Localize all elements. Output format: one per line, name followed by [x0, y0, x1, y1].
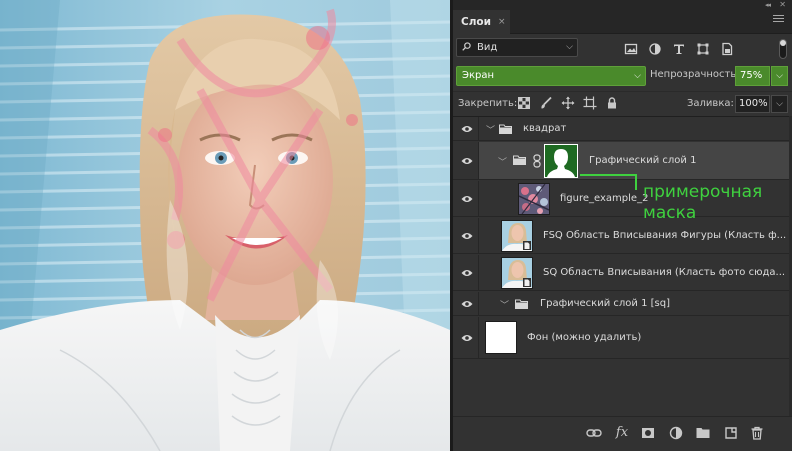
fill-slider-button[interactable]: ⌵ — [771, 95, 788, 113]
new-group-icon[interactable] — [695, 425, 711, 441]
opacity-label: Непрозрачность: — [650, 69, 740, 80]
blend-row: Экран ⌵ Непрозрачность: 75% ⌵ — [453, 64, 792, 88]
visibility-toggle[interactable] — [453, 181, 479, 216]
layer-mask-thumbnail[interactable] — [544, 144, 578, 178]
close-dock-icon[interactable]: ✕ — [779, 0, 786, 9]
filter-kind-select[interactable]: Вид ⌵ — [456, 38, 578, 57]
filter-kind-label: Вид — [477, 42, 498, 53]
eye-icon — [461, 158, 473, 164]
adjustment-filter-icon[interactable] — [648, 42, 662, 56]
lock-label: Закрепить: — [458, 98, 518, 109]
floral-pattern-thumbnail — [519, 184, 549, 214]
lock-row: Закрепить: Заливка: 100% ⌵ — [453, 91, 792, 115]
chevron-down-icon: ⌵ — [566, 42, 573, 52]
annotation-label: примерочная маска — [643, 182, 763, 223]
lock-artboard-icon[interactable] — [583, 95, 597, 111]
link-layers-icon[interactable] — [586, 425, 602, 441]
layer-thumbnail[interactable] — [485, 321, 517, 354]
chevron-down-icon: ⌵ — [634, 71, 641, 81]
visibility-toggle[interactable] — [453, 255, 479, 290]
annotation-connector-line — [580, 174, 637, 190]
silhouette-mask-icon — [545, 145, 577, 177]
filter-row: Вид ⌵ — [453, 35, 792, 62]
panel-tab-bar: Слои × — [453, 10, 792, 34]
portrait-photo — [0, 0, 450, 451]
visibility-toggle[interactable] — [453, 317, 479, 358]
layer-name: SQ Область Вписывания (Класть фото сюда.… — [543, 267, 786, 278]
panel-menu-icon[interactable] — [773, 15, 784, 25]
eye-icon — [461, 233, 473, 239]
portrait-thumbnail — [502, 221, 532, 251]
chevron-down-icon[interactable]: ﹀ — [486, 123, 495, 136]
visibility-toggle[interactable] — [453, 117, 479, 140]
eye-icon — [461, 335, 473, 341]
smart-object-thumbnail[interactable] — [501, 257, 533, 289]
blend-mode-label: Экран — [462, 70, 495, 81]
adjustment-layer-icon[interactable] — [668, 425, 684, 441]
search-icon — [462, 42, 471, 51]
fill-input[interactable]: 100% — [735, 95, 770, 113]
layer-name: Графический слой 1 — [589, 155, 697, 166]
lock-all-icon[interactable] — [605, 95, 619, 111]
visibility-toggle[interactable] — [453, 142, 479, 179]
layer-name: figure_example_2 — [560, 193, 649, 204]
layer-name: квадрат — [523, 123, 567, 134]
blend-mode-select[interactable]: Экран ⌵ — [456, 66, 646, 86]
eye-icon — [461, 196, 473, 202]
eye-icon — [461, 126, 473, 132]
lock-position-icon[interactable] — [561, 95, 575, 111]
layers-list: ﹀ квадрат ﹀ Графический слой 1 figure_ex… — [453, 116, 792, 416]
layer-name: Графический слой 1 [sq] — [540, 298, 670, 309]
smart-object-thumbnail[interactable] — [501, 220, 533, 252]
new-layer-icon[interactable] — [723, 425, 739, 441]
fx-icon[interactable]: fx — [614, 425, 630, 441]
layer-row-kvadrat[interactable]: ﹀ квадрат — [453, 117, 792, 141]
add-mask-icon[interactable] — [640, 425, 656, 441]
opacity-input[interactable]: 75% — [735, 66, 770, 86]
mask-link-icon[interactable] — [533, 154, 541, 168]
shape-filter-icon[interactable] — [696, 42, 710, 56]
chevron-down-icon[interactable]: ﹀ — [498, 155, 507, 168]
tab-layers-label: Слои — [461, 16, 491, 28]
chevron-down-icon[interactable]: ﹀ — [500, 298, 509, 311]
eye-icon — [461, 301, 473, 307]
layers-bottom-toolbar: fx — [453, 416, 792, 451]
portrait-thumbnail — [502, 258, 532, 288]
visibility-toggle[interactable] — [453, 218, 479, 253]
fill-label: Заливка: — [687, 98, 734, 109]
layer-row-background[interactable]: Фон (можно удалить) — [453, 317, 792, 359]
filter-toggle-switch[interactable] — [779, 39, 787, 59]
folder-icon — [513, 155, 526, 165]
lock-transparent-pixels-icon[interactable] — [517, 95, 531, 111]
eye-icon — [461, 270, 473, 276]
document-canvas[interactable] — [0, 0, 450, 451]
delete-layer-icon[interactable] — [749, 425, 765, 441]
layer-thumbnail[interactable] — [518, 183, 550, 215]
layers-panel: ◂◂ ✕ Слои × Вид ⌵ Экран ⌵ Непрозрачность… — [453, 0, 792, 451]
panel-dock-bar: ◂◂ ✕ — [453, 0, 792, 10]
tab-close-icon[interactable]: × — [498, 10, 506, 34]
folder-icon — [499, 124, 512, 134]
collapse-panels-icon[interactable]: ◂◂ — [765, 1, 771, 9]
layer-row-sq[interactable]: SQ Область Вписывания (Класть фото сюда.… — [453, 255, 792, 291]
layer-row-graphic-layer-1-sq[interactable]: ﹀ Графический слой 1 [sq] — [453, 292, 792, 316]
layer-name: FSQ Область Вписывания Фигуры (Класть ф.… — [543, 230, 787, 241]
type-filter-icon[interactable] — [672, 42, 686, 56]
folder-icon — [515, 299, 528, 309]
visibility-toggle[interactable] — [453, 292, 479, 315]
image-filter-icon[interactable] — [624, 42, 638, 56]
lock-image-pixels-icon[interactable] — [539, 95, 553, 111]
smart-object-filter-icon[interactable] — [720, 42, 734, 56]
opacity-slider-button[interactable]: ⌵ — [771, 66, 788, 86]
layer-name: Фон (можно удалить) — [527, 332, 642, 343]
